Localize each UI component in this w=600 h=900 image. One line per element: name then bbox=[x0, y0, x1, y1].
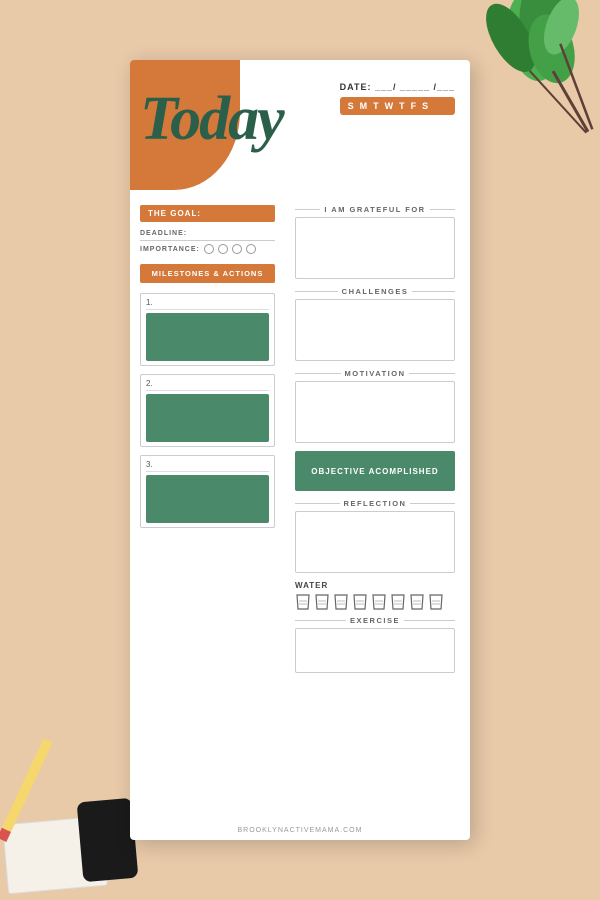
date-header: DATE: ___/ _____ /___ S M T W T F S bbox=[340, 82, 455, 115]
milestone-1-num: 1. bbox=[146, 298, 269, 310]
date-label: DATE: ___/ _____ /___ bbox=[340, 82, 455, 92]
importance-circle-1[interactable] bbox=[204, 244, 214, 254]
water-cup-3[interactable] bbox=[333, 593, 349, 611]
importance-circle-4[interactable] bbox=[246, 244, 256, 254]
right-column: I AM GRATEFUL FOR CHALLENGES MOTIVATION … bbox=[295, 205, 455, 681]
milestone-2-num: 2. bbox=[146, 379, 269, 391]
milestone-3-num: 3. bbox=[146, 460, 269, 472]
milestone-1-lines[interactable] bbox=[146, 313, 269, 361]
planner-paper: Today DATE: ___/ _____ /___ S M T W T F … bbox=[130, 60, 470, 840]
day-s1: S bbox=[348, 101, 354, 111]
grateful-label: I AM GRATEFUL FOR bbox=[295, 205, 455, 214]
water-cup-4[interactable] bbox=[352, 593, 368, 611]
water-cup-2[interactable] bbox=[314, 593, 330, 611]
importance-label: IMPORTANCE: bbox=[140, 246, 200, 253]
milestone-2: 2. bbox=[140, 374, 275, 447]
water-section: WATER bbox=[295, 581, 455, 611]
grateful-box[interactable] bbox=[295, 217, 455, 279]
days-bar: S M T W T F S bbox=[340, 97, 455, 115]
milestone-2-lines[interactable] bbox=[146, 394, 269, 442]
water-label: WATER bbox=[295, 581, 455, 590]
deadline-label: DEADLINE: bbox=[140, 230, 275, 241]
exercise-label: EXERCISE bbox=[295, 616, 455, 625]
milestone-3: 3. bbox=[140, 455, 275, 528]
motivation-box[interactable] bbox=[295, 381, 455, 443]
footer-text: BROOKLYNACTIVEMAMA.COM bbox=[130, 827, 470, 834]
reflection-box[interactable] bbox=[295, 511, 455, 573]
water-cups bbox=[295, 593, 455, 611]
water-cup-8[interactable] bbox=[428, 593, 444, 611]
motivation-label: MOTIVATION bbox=[295, 369, 455, 378]
day-w: W bbox=[385, 101, 394, 111]
left-column: THE GOAL: DEADLINE: IMPORTANCE: MILESTON… bbox=[140, 205, 275, 536]
challenges-label: CHALLENGES bbox=[295, 287, 455, 296]
day-t1: T bbox=[373, 101, 379, 111]
water-cup-7[interactable] bbox=[409, 593, 425, 611]
milestones-bar: MILESTONES & ACTIONS bbox=[140, 264, 275, 283]
milestone-1: 1. bbox=[140, 293, 275, 366]
page-title: Today bbox=[140, 88, 283, 150]
exercise-box[interactable] bbox=[295, 628, 455, 673]
day-f: F bbox=[411, 101, 417, 111]
water-cup-5[interactable] bbox=[371, 593, 387, 611]
reflection-label: REFLECTION bbox=[295, 499, 455, 508]
challenges-box[interactable] bbox=[295, 299, 455, 361]
leaves-decoration bbox=[460, 0, 600, 150]
importance-circle-2[interactable] bbox=[218, 244, 228, 254]
water-cup-6[interactable] bbox=[390, 593, 406, 611]
milestone-3-lines[interactable] bbox=[146, 475, 269, 523]
objective-box[interactable]: OBJECTIVE ACOMPLISHED bbox=[295, 451, 455, 491]
importance-circle-3[interactable] bbox=[232, 244, 242, 254]
day-m: M bbox=[360, 101, 368, 111]
importance-row: IMPORTANCE: bbox=[140, 244, 275, 254]
day-t2: T bbox=[399, 101, 405, 111]
day-s2: S bbox=[422, 101, 428, 111]
objective-text: OBJECTIVE ACOMPLISHED bbox=[311, 467, 438, 476]
goal-bar: THE GOAL: bbox=[140, 205, 275, 222]
water-cup-1[interactable] bbox=[295, 593, 311, 611]
